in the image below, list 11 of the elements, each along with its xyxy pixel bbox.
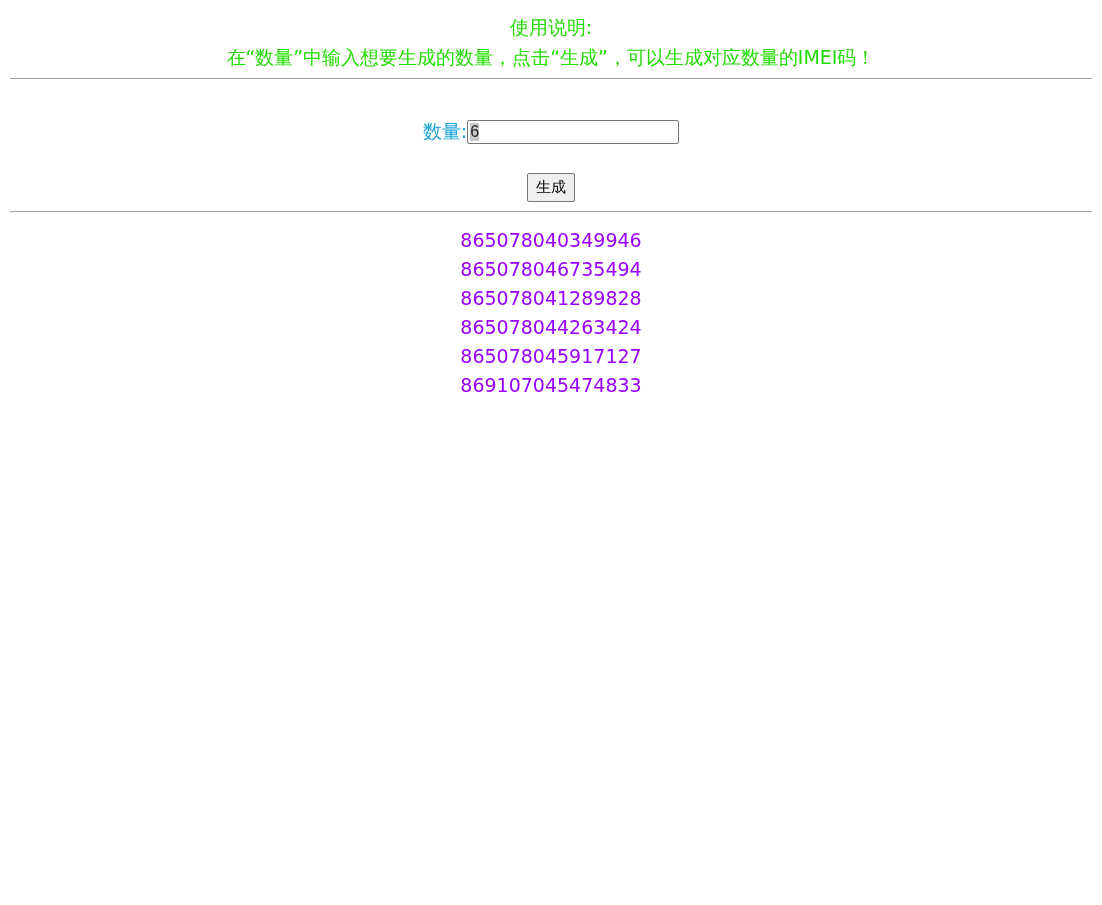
imei-number: 865078046735494 bbox=[460, 257, 642, 282]
imei-number: 865078044263424 bbox=[460, 315, 642, 340]
instructions-title: 使用说明: bbox=[509, 15, 593, 40]
quantity-label: 数量: bbox=[422, 119, 468, 144]
imei-number: 865078040349946 bbox=[460, 228, 642, 253]
imei-number: 869107045474833 bbox=[460, 373, 642, 398]
imei-number: 865078045917127 bbox=[460, 344, 642, 369]
instructions-text: 在“数量”中输入想要生成的数量，点击“生成”，可以生成对应数量的IMEI码！ bbox=[226, 45, 876, 70]
imei-number: 865078041289828 bbox=[460, 286, 642, 311]
generate-button[interactable]: 生成 bbox=[527, 173, 575, 202]
quantity-field[interactable]: 6 bbox=[467, 120, 680, 144]
